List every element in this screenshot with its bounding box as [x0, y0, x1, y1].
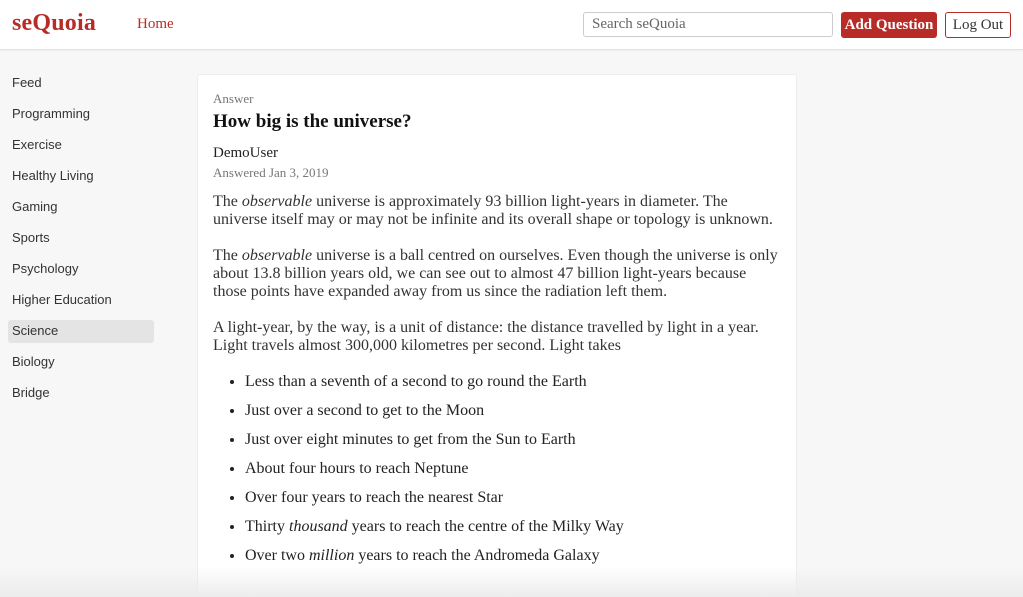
answer-body: The observable universe is approximately…	[213, 193, 781, 565]
sidebar-item-sports[interactable]: Sports	[8, 227, 154, 250]
add-question-button[interactable]: Add Question	[841, 12, 937, 38]
topic-sidebar: Feed Programming Exercise Healthy Living…	[8, 72, 154, 413]
light-travel-list: Less than a seventh of a second to go ro…	[213, 373, 781, 565]
answer-card: Answer How big is the universe? DemoUser…	[197, 74, 797, 597]
list-item: About four hours to reach Neptune	[245, 460, 781, 478]
sidebar-item-bridge[interactable]: Bridge	[8, 382, 154, 405]
answer-paragraph: The observable universe is approximately…	[213, 193, 773, 228]
bottom-fade-overlay	[0, 567, 1023, 597]
answer-label: Answer	[213, 91, 254, 106]
search-input[interactable]	[583, 12, 833, 37]
list-item: Over two million years to reach the Andr…	[245, 547, 781, 565]
logout-button[interactable]: Log Out	[945, 12, 1011, 38]
sidebar-item-science[interactable]: Science	[8, 320, 154, 343]
sidebar-item-programming[interactable]: Programming	[8, 103, 154, 126]
sidebar-item-psychology[interactable]: Psychology	[8, 258, 154, 281]
list-item: Over four years to reach the nearest Sta…	[245, 489, 781, 507]
sidebar-item-higher-education[interactable]: Higher Education	[8, 289, 154, 312]
answer-paragraph: A light-year, by the way, is a unit of d…	[213, 319, 759, 354]
sidebar-item-feed[interactable]: Feed	[8, 72, 154, 95]
answer-paragraph: The observable universe is a ball centre…	[213, 247, 778, 300]
question-title[interactable]: How big is the universe?	[213, 111, 781, 133]
list-item: Just over a second to get to the Moon	[245, 402, 781, 420]
app-logo[interactable]: seQuoia	[12, 10, 96, 37]
sidebar-item-gaming[interactable]: Gaming	[8, 196, 154, 219]
answered-date: Answered Jan 3, 2019	[213, 165, 329, 180]
list-item: Thirty thousand years to reach the centr…	[245, 518, 781, 536]
list-item: Less than a seventh of a second to go ro…	[245, 373, 781, 391]
sidebar-item-exercise[interactable]: Exercise	[8, 134, 154, 157]
sidebar-item-healthy-living[interactable]: Healthy Living	[8, 165, 154, 188]
top-navbar: seQuoia Home Add Question Log Out	[0, 0, 1023, 50]
sidebar-item-biology[interactable]: Biology	[8, 351, 154, 374]
list-item: Just over eight minutes to get from the …	[245, 431, 781, 449]
home-link[interactable]: Home	[137, 16, 174, 33]
author-name[interactable]: DemoUser	[213, 145, 781, 162]
